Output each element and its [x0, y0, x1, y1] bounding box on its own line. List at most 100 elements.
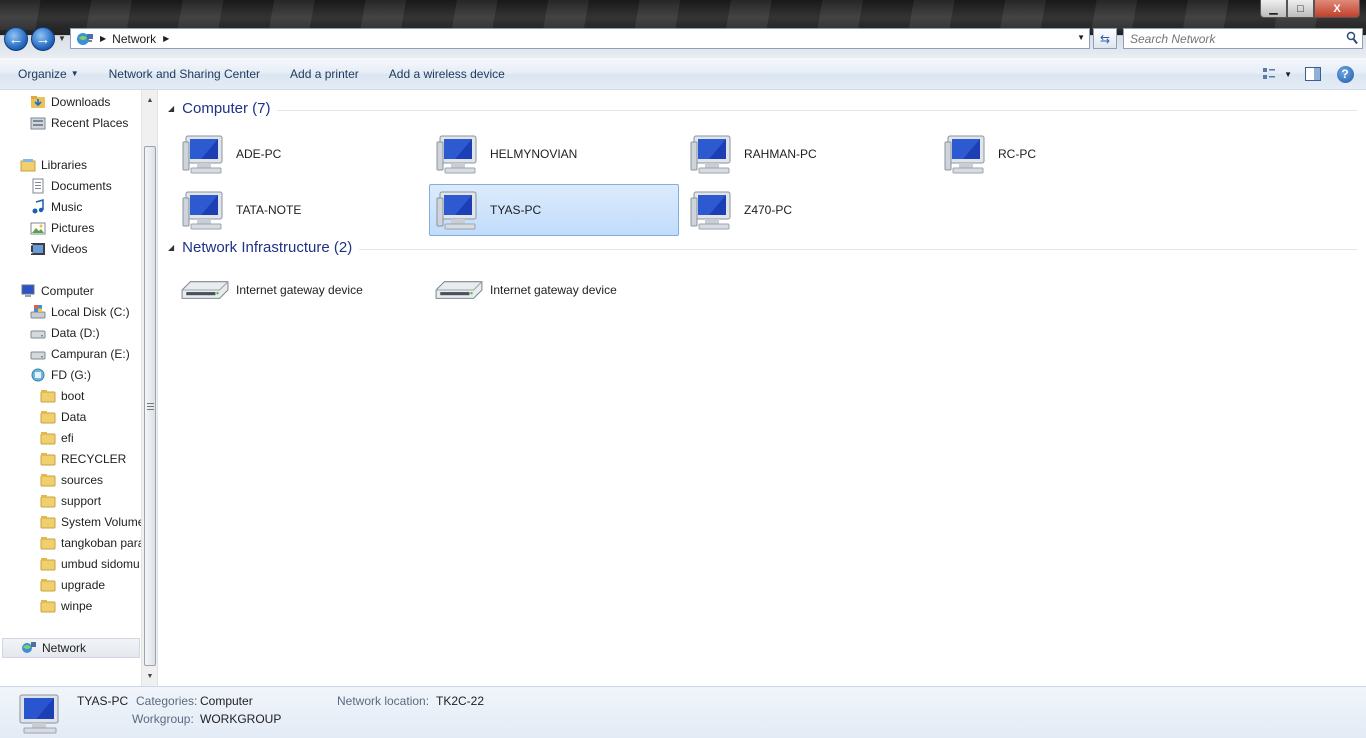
sidebar-item-support[interactable]: support	[40, 491, 101, 511]
infrastructure-item-gateway[interactable]: Internet gateway device	[175, 264, 425, 316]
recent-places-icon	[30, 117, 46, 130]
item-name: Z470-PC	[744, 203, 793, 217]
sidebar-item-label: tangkoban para	[61, 536, 145, 550]
computer-item-tyas-pc[interactable]: TYAS-PC	[429, 184, 679, 236]
scroll-up-icon[interactable]: ▲	[142, 92, 157, 108]
scroll-thumb[interactable]	[144, 146, 156, 666]
sidebar-item-campuran-e[interactable]: Campuran (E:)	[30, 344, 130, 364]
sidebar-item-label: efi	[61, 431, 74, 445]
recent-pages-dropdown[interactable]: ▼	[58, 34, 66, 43]
item-name: RAHMAN-PC	[744, 147, 817, 161]
preview-pane-icon	[1305, 67, 1321, 81]
help-button[interactable]: ?	[1334, 64, 1356, 84]
sidebar-item-fd-g[interactable]: FD (G:)	[30, 365, 91, 385]
router-icon	[435, 281, 483, 299]
navigation-pane: Downloads Recent Places Libraries Documents…	[0, 90, 158, 686]
sidebar-item-label: Network	[42, 641, 87, 655]
sidebar-item-libraries[interactable]: Libraries	[20, 155, 87, 175]
sidebar-item-recycler[interactable]: RECYCLER	[40, 449, 126, 469]
address-bar[interactable]: ▶ Network ▶ ▼	[70, 28, 1090, 49]
refresh-button[interactable]: ⇆	[1093, 28, 1117, 49]
sidebar-item-data-d[interactable]: Data (D:)	[30, 323, 100, 343]
documents-icon	[32, 178, 44, 194]
computer-icon	[436, 135, 477, 174]
sidebar-item-computer[interactable]: Computer	[20, 281, 94, 301]
details-item-name: TYAS-PC	[77, 694, 129, 708]
computer-item-rahman-pc[interactable]: RAHMAN-PC	[683, 128, 933, 180]
help-icon: ?	[1336, 65, 1354, 83]
back-button[interactable]: ←	[4, 27, 28, 51]
search-box[interactable]	[1123, 28, 1363, 49]
sidebar-item-efi[interactable]: efi	[40, 428, 74, 448]
group-header-computer[interactable]: ◢ Computer (7)	[168, 100, 271, 117]
item-name: RC-PC	[998, 147, 1036, 161]
minimize-button[interactable]: ▁	[1260, 0, 1287, 18]
sidebar-item-winpe[interactable]: winpe	[40, 596, 92, 616]
sidebar-item-network[interactable]: Network	[2, 638, 140, 658]
search-input[interactable]	[1124, 29, 1339, 48]
computer-item-rc-pc[interactable]: RC-PC	[937, 128, 1187, 180]
maximize-button[interactable]: □	[1287, 0, 1314, 18]
navigation-scrollbar[interactable]: ▲ ▼	[141, 90, 157, 686]
sidebar-item-tangkoban-para[interactable]: tangkoban para	[40, 533, 144, 553]
sidebar-item-sources[interactable]: sources	[40, 470, 103, 490]
view-dropdown-icon[interactable]: ▼	[1284, 70, 1292, 79]
sidebar-item-umbud-sidomu[interactable]: umbud sidomu	[40, 554, 140, 574]
network-icon	[77, 32, 93, 45]
sidebar-item-label: Data	[61, 410, 87, 424]
group-divider	[277, 110, 1357, 111]
computer-item-ade-pc[interactable]: ADE-PC	[175, 128, 425, 180]
computer-icon	[19, 694, 59, 734]
group-divider	[359, 249, 1357, 250]
sidebar-item-boot[interactable]: boot	[40, 386, 84, 406]
scroll-down-icon[interactable]: ▼	[142, 668, 157, 684]
grip-icon	[147, 403, 154, 410]
computer-item-helmynovian[interactable]: HELMYNOVIAN	[429, 128, 679, 180]
sidebar-item-documents[interactable]: Documents	[30, 176, 112, 196]
change-view-button[interactable]	[1260, 64, 1282, 84]
collapse-triangle-icon[interactable]: ◢	[168, 243, 174, 252]
usb-drive-icon	[31, 368, 45, 382]
sidebar-item-label: Local Disk (C:)	[51, 305, 130, 319]
drive-icon	[30, 351, 46, 360]
network-sharing-center-button[interactable]: Network and Sharing Center	[94, 58, 275, 90]
item-name: TYAS-PC	[490, 203, 542, 217]
sidebar-item-label: umbud sidomu	[61, 557, 140, 571]
videos-icon	[31, 243, 45, 255]
forward-button[interactable]: →	[31, 27, 55, 51]
sidebar-item-data[interactable]: Data	[40, 407, 86, 427]
search-icon[interactable]	[1346, 31, 1358, 45]
sidebar-item-pictures[interactable]: Pictures	[30, 218, 94, 238]
sidebar-item-recent-places[interactable]: Recent Places	[30, 113, 128, 133]
computer-item-tata-note[interactable]: TATA-NOTE	[175, 184, 425, 236]
local-disk-icon	[30, 305, 46, 319]
add-printer-button[interactable]: Add a printer	[275, 58, 374, 90]
breadcrumb-separator-icon[interactable]: ▶	[100, 34, 106, 43]
sidebar-item-label: boot	[61, 389, 85, 403]
workgroup-value: WORKGROUP	[200, 712, 282, 726]
details-pane: TYAS-PC Categories: Computer Workgroup: …	[0, 686, 1366, 738]
sidebar-item-upgrade[interactable]: upgrade	[40, 575, 105, 595]
close-button[interactable]: X	[1314, 0, 1360, 18]
sidebar-item-system-volume[interactable]: System Volume	[40, 512, 144, 532]
address-history-dropdown-icon[interactable]: ▼	[1077, 33, 1085, 42]
sidebar-item-videos[interactable]: Videos	[30, 239, 87, 259]
group-header-network-infrastructure[interactable]: ◢ Network Infrastructure (2)	[168, 239, 352, 256]
network-icon	[22, 642, 36, 653]
infrastructure-item-gateway[interactable]: Internet gateway device	[429, 264, 679, 316]
preview-pane-button[interactable]	[1302, 64, 1324, 84]
breadcrumb-chevron-icon[interactable]: ▶	[163, 34, 169, 43]
back-arrow-icon: ←	[8, 30, 24, 48]
organize-menu[interactable]: Organize ▼	[0, 58, 94, 90]
breadcrumb-network[interactable]: Network	[112, 32, 156, 46]
sidebar-item-downloads[interactable]: Downloads	[30, 92, 110, 112]
group-title: Network Infrastructure (2)	[182, 239, 353, 256]
sidebar-item-local-disk-c[interactable]: Local Disk (C:)	[30, 302, 130, 322]
sidebar-item-music[interactable]: Music	[30, 197, 82, 217]
add-wireless-device-button[interactable]: Add a wireless device	[374, 58, 520, 90]
computer-item-z470-pc[interactable]: Z470-PC	[683, 184, 933, 236]
collapse-triangle-icon[interactable]: ◢	[168, 104, 174, 113]
pictures-icon	[30, 222, 46, 235]
network-location-label: Network location:	[337, 694, 430, 708]
folder-icon	[40, 558, 56, 571]
